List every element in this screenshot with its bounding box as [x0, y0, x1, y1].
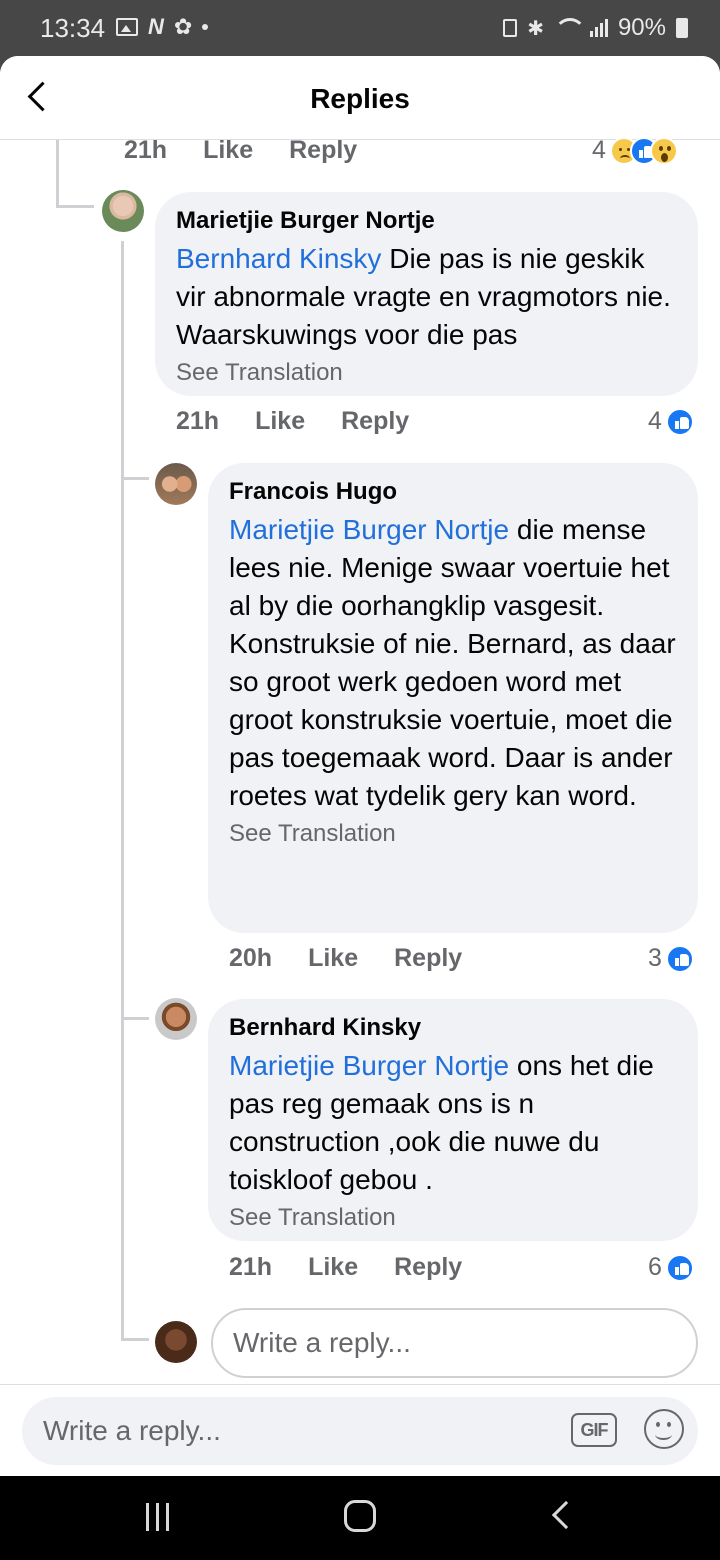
- thread-line-nested: [121, 241, 124, 1341]
- reply-button[interactable]: Reply: [394, 944, 462, 973]
- comment-time: 21h: [176, 407, 220, 435]
- n-app-icon: N: [148, 14, 164, 39]
- wow-icon: [649, 136, 678, 165]
- reply-input[interactable]: Write a reply... GIF: [22, 1397, 698, 1465]
- like-button[interactable]: Like: [308, 944, 358, 973]
- inline-reply-input[interactable]: Write a reply...: [211, 1308, 698, 1378]
- see-translation-link[interactable]: See Translation: [229, 1201, 678, 1235]
- lock-icon: [503, 19, 518, 37]
- reply-button[interactable]: Reply: [289, 136, 357, 165]
- reply-composer: Write a reply... GIF: [0, 1384, 720, 1476]
- comment-body: die mense lees nie. Menige swaar voertui…: [229, 514, 676, 811]
- avatar[interactable]: [155, 463, 197, 505]
- status-system-icons: ✱ 90%: [503, 14, 688, 42]
- page-title: Replies: [310, 83, 410, 114]
- gallery-icon: [116, 18, 138, 36]
- comment-time: 20h: [229, 944, 273, 972]
- reaction-summary[interactable]: 4: [592, 136, 678, 165]
- comment-actions: 21h Like Reply: [176, 407, 409, 436]
- reaction-count: 4: [648, 407, 662, 435]
- comment-author[interactable]: Marietjie Burger Nortje: [176, 206, 678, 236]
- reply-button[interactable]: Reply: [341, 407, 409, 436]
- status-bar: 13:34 N ✿ ✱ 90%: [0, 0, 720, 56]
- like-button[interactable]: Like: [308, 1253, 358, 1282]
- battery-icon: [676, 18, 688, 38]
- avatar[interactable]: [155, 998, 197, 1040]
- comment-author[interactable]: Francois Hugo: [229, 477, 678, 507]
- recents-icon[interactable]: [146, 1503, 169, 1531]
- battery-percent: 90%: [617, 14, 666, 41]
- status-notification-icons: N ✿: [116, 14, 209, 40]
- comment-text: Marietjie Burger Nortje die mense lees n…: [229, 511, 678, 815]
- comment-bubble: Marietjie Burger Nortje Bernhard Kinsky …: [155, 192, 698, 396]
- reaction-summary[interactable]: 4: [648, 407, 694, 436]
- thread-line-branch-1: [121, 477, 149, 480]
- comment-time: 21h: [124, 136, 168, 164]
- like-button[interactable]: Like: [203, 136, 253, 165]
- gif-icon[interactable]: GIF: [571, 1413, 617, 1447]
- reaction-count: 3: [648, 944, 662, 972]
- reaction-summary[interactable]: 6: [648, 1253, 694, 1282]
- comment-bubble: Francois Hugo Marietjie Burger Nortje di…: [208, 463, 698, 933]
- comment-actions: 21h Like Reply: [229, 1253, 462, 1282]
- comment-text: Bernhard Kinsky Die pas is nie geskik vi…: [176, 240, 678, 354]
- like-icon: [665, 407, 694, 436]
- comment-bubble: Bernhard Kinsky Marietjie Burger Nortje …: [208, 999, 698, 1241]
- status-time: 13:34: [40, 13, 106, 43]
- comment-text: Marietjie Burger Nortje ons het die pas …: [229, 1047, 678, 1199]
- header: Replies: [0, 56, 720, 140]
- see-translation-link[interactable]: See Translation: [176, 356, 678, 390]
- reaction-count: 4: [592, 136, 606, 164]
- reaction-summary[interactable]: 3: [648, 944, 694, 973]
- mention-link[interactable]: Marietjie Burger Nortje: [229, 514, 509, 545]
- replies-sheet: Replies 21h Like Reply 4 Marietjie Burge…: [0, 56, 720, 1476]
- bluetooth-icon: ✱: [527, 17, 544, 40]
- home-icon[interactable]: [344, 1500, 376, 1532]
- thread-line-branch-3: [121, 1338, 149, 1341]
- thread-line-root: [56, 140, 59, 208]
- reply-button[interactable]: Reply: [394, 1253, 462, 1282]
- like-icon: [665, 944, 694, 973]
- like-button[interactable]: Like: [255, 407, 305, 436]
- reaction-count: 6: [648, 1253, 662, 1281]
- like-icon: [665, 1253, 694, 1282]
- more-notifications-dot-icon: [202, 24, 209, 30]
- reply-placeholder: Write a reply...: [43, 1415, 221, 1446]
- comment-actions: 20h Like Reply: [229, 944, 462, 973]
- current-user-avatar: [155, 1321, 197, 1363]
- mention-link[interactable]: Marietjie Burger Nortje: [229, 1050, 509, 1081]
- wifi-icon: [553, 18, 586, 38]
- mention-link[interactable]: Bernhard Kinsky: [176, 243, 381, 274]
- see-translation-link[interactable]: See Translation: [229, 817, 678, 851]
- comment-actions-parent: 21h Like Reply: [124, 136, 357, 165]
- emoji-icon[interactable]: [644, 1409, 684, 1449]
- back-icon[interactable]: [551, 1500, 581, 1530]
- comment-time: 21h: [229, 1253, 273, 1281]
- thread-line-root-branch: [56, 205, 94, 208]
- fan-icon: ✿: [173, 14, 193, 39]
- avatar[interactable]: [102, 190, 144, 232]
- thread-line-branch-2: [121, 1017, 149, 1020]
- system-nav-bar: [0, 1476, 720, 1560]
- comment-author[interactable]: Bernhard Kinsky: [229, 1013, 678, 1043]
- signal-icon: [589, 19, 608, 37]
- inline-reply-placeholder: Write a reply...: [233, 1327, 411, 1358]
